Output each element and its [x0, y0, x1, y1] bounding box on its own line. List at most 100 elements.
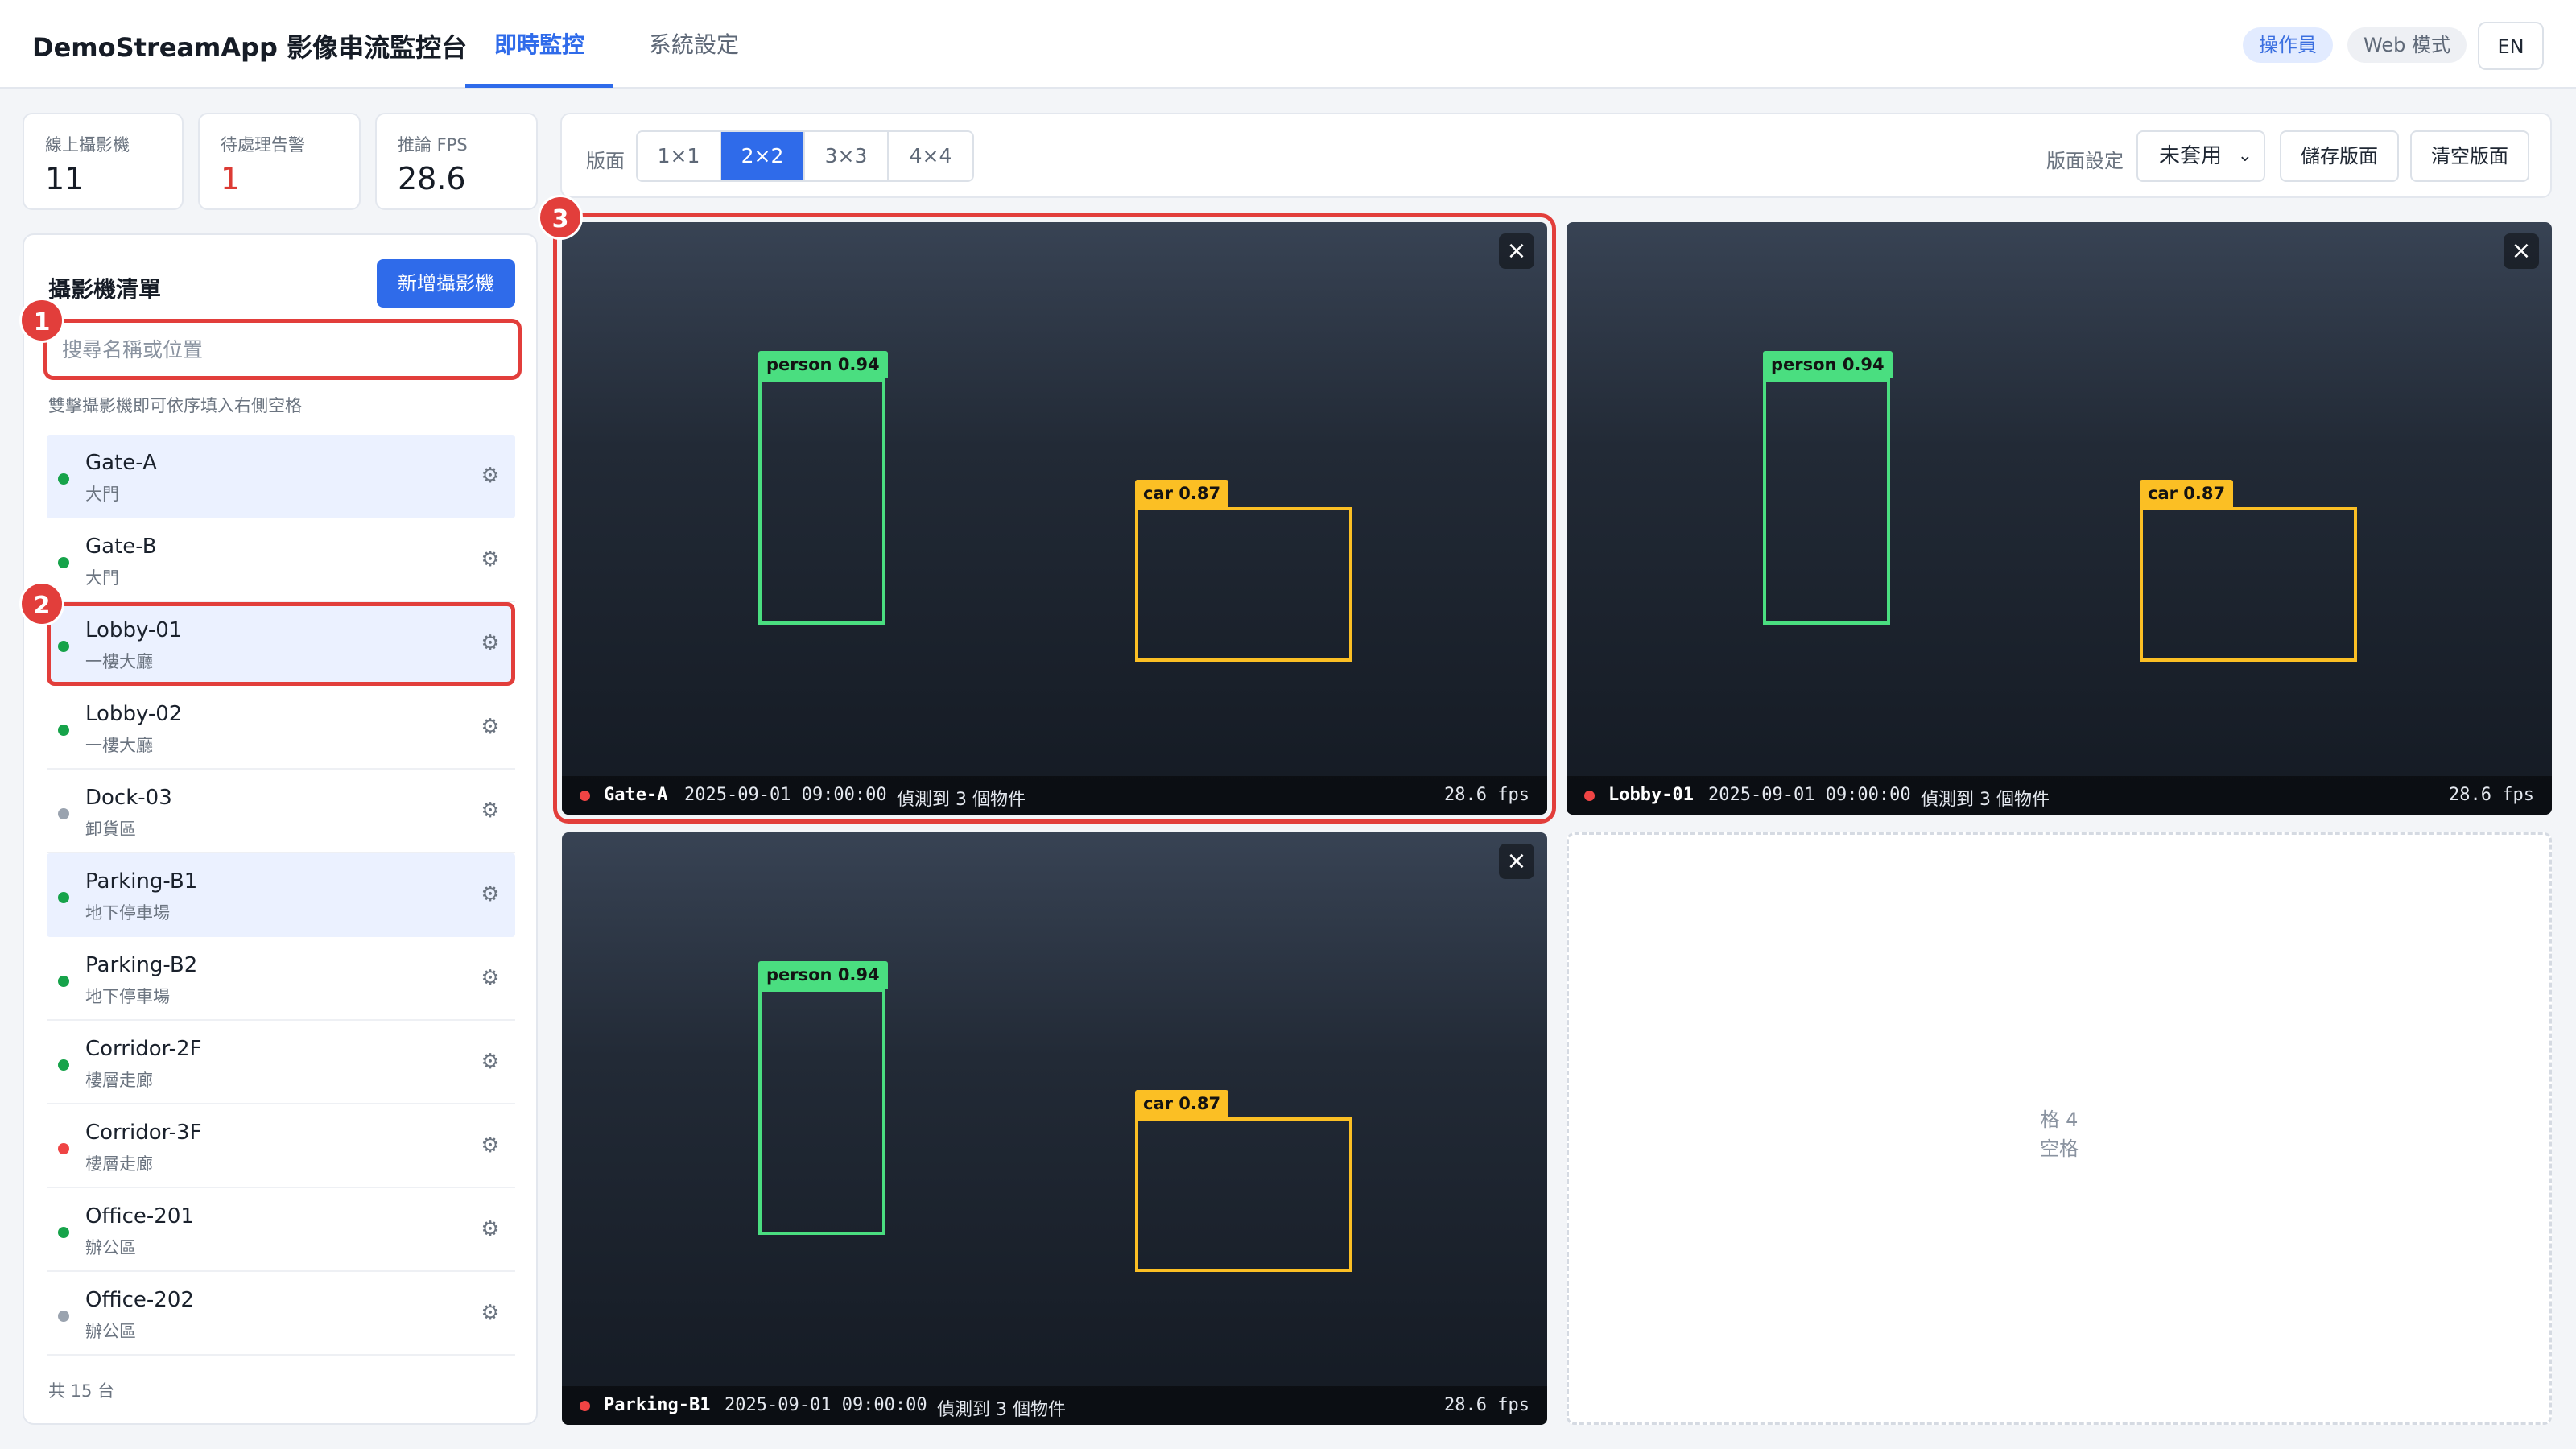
gear-icon[interactable]: ⚙	[478, 547, 502, 572]
gear-icon[interactable]: ⚙	[478, 1301, 502, 1325]
stat-online-cameras: 線上攝影機 11	[23, 113, 184, 210]
gear-icon[interactable]: ⚙	[478, 464, 502, 488]
close-icon[interactable]: ×	[1499, 844, 1534, 879]
chevron-down-icon: ⌄	[2237, 146, 2252, 166]
camera-location: 地下停車場	[85, 987, 170, 1006]
layout-1x1-button[interactable]: 1×1	[638, 132, 721, 180]
detection-label-person: person 0.94	[758, 961, 888, 989]
clear-layout-button[interactable]: 清空版面	[2410, 130, 2529, 182]
detection-box-car	[1135, 507, 1352, 662]
detection-box-car	[1135, 1117, 1352, 1272]
camera-item-corridor-3f[interactable]: Corridor-3F 樓層走廊 ⚙	[47, 1104, 515, 1188]
gear-icon[interactable]: ⚙	[478, 1050, 502, 1074]
close-icon[interactable]: ×	[2504, 233, 2539, 269]
stat-inference-fps: 推論 FPS 28.6	[375, 113, 538, 210]
camera-item-lobby-01[interactable]: Lobby-01 一樓大廳 ⚙	[47, 602, 515, 686]
search-field-frame	[43, 319, 522, 380]
camera-item-gate-b[interactable]: Gate-B 大門 ⚙	[47, 518, 515, 602]
gear-icon[interactable]: ⚙	[478, 882, 502, 906]
empty-grid-slot[interactable]: 格 4 空格	[1567, 832, 2552, 1425]
camera-name: Office-201	[85, 1204, 194, 1228]
camera-location: 一樓大廳	[85, 736, 153, 755]
status-dot	[58, 808, 69, 819]
gear-icon[interactable]: ⚙	[478, 966, 502, 990]
app-title: DemoStreamApp 影像串流監控台	[32, 32, 468, 63]
layout-3x3-button[interactable]: 3×3	[805, 132, 889, 180]
active-tab-indicator	[465, 84, 613, 88]
detection-label-person: person 0.94	[758, 351, 888, 378]
detection-label-car: car 0.87	[1135, 480, 1229, 507]
status-dot	[58, 1227, 69, 1238]
stat-label: 推論 FPS	[398, 135, 468, 155]
add-camera-button[interactable]: 新增攝影機	[377, 259, 515, 308]
camera-name: Parking-B2	[85, 953, 198, 977]
stat-value: 1	[221, 161, 241, 196]
status-dot	[58, 557, 69, 568]
camera-search-input[interactable]	[62, 334, 505, 365]
live-dot	[580, 791, 590, 801]
camera-count: 共 15 台	[48, 1381, 115, 1401]
save-layout-button[interactable]: 儲存版面	[2280, 130, 2399, 182]
camera-name: Gate-B	[85, 535, 157, 559]
tile-camera-name: Gate-A	[604, 785, 668, 805]
tile-fps: 28.6 fps	[1444, 785, 1530, 805]
camera-item-office-202[interactable]: Office-202 辦公區 ⚙	[47, 1272, 515, 1356]
detection-label-car: car 0.87	[2140, 480, 2234, 507]
status-dot	[58, 473, 69, 485]
video-tile-gate-a[interactable]: person 0.94 car 0.87 × Gate-A 2025-09-01…	[553, 213, 1556, 824]
camera-list: Gate-A 大門 ⚙ Gate-B 大門 ⚙ Lobby-01 一樓大廳 ⚙ …	[47, 435, 515, 1356]
camera-item-parking-b2[interactable]: Parking-B2 地下停車場 ⚙	[47, 937, 515, 1021]
layout-2x2-button[interactable]: 2×2	[721, 132, 805, 180]
layout-4x4-button[interactable]: 4×4	[889, 132, 972, 180]
close-icon[interactable]: ×	[1499, 233, 1534, 269]
status-dot	[58, 641, 69, 652]
layout-preset-select[interactable]: 未套用 ⌄	[2136, 130, 2265, 182]
gear-icon[interactable]: ⚙	[478, 799, 502, 823]
tab-live-monitor[interactable]: 即時監控	[494, 27, 584, 60]
tile-info-bar: Gate-A 2025-09-01 09:00:00 偵測到 3 個物件 28.…	[562, 776, 1547, 815]
camera-location: 辦公區	[85, 1322, 136, 1341]
preset-label: 版面設定	[2046, 150, 2124, 172]
tile-detection-count: 偵測到 3 個物件	[937, 1400, 1066, 1420]
camera-item-dock-03[interactable]: Dock-03 卸貨區 ⚙	[47, 770, 515, 853]
stat-pending-alerts: 待處理告警 1	[198, 113, 361, 210]
camera-item-lobby-02[interactable]: Lobby-02 一樓大廳 ⚙	[47, 686, 515, 770]
video-tile-lobby-01[interactable]: person 0.94 car 0.87 × Lobby-01 2025-09-…	[1567, 222, 2552, 815]
camera-item-office-201[interactable]: Office-201 辦公區 ⚙	[47, 1188, 515, 1272]
double-click-hint: 雙擊攝影機即可依序填入右側空格	[48, 396, 302, 415]
tile-camera-name: Parking-B1	[604, 1395, 711, 1415]
camera-location: 大門	[85, 485, 119, 504]
camera-location: 樓層走廊	[85, 1154, 153, 1174]
camera-name: Lobby-01	[85, 618, 183, 642]
language-toggle-button[interactable]: EN	[2478, 22, 2544, 70]
camera-name: Parking-B1	[85, 869, 198, 894]
live-dot	[580, 1401, 590, 1411]
tile-detection-count: 偵測到 3 個物件	[897, 790, 1026, 810]
annotation-marker-1: 1	[19, 298, 64, 343]
tile-timestamp: 2025-09-01 09:00:00	[684, 785, 887, 805]
camera-name: Gate-A	[85, 451, 157, 475]
gear-icon[interactable]: ⚙	[478, 1133, 502, 1158]
gear-icon[interactable]: ⚙	[478, 631, 502, 655]
detection-box-person	[1763, 378, 1890, 625]
camera-name: Dock-03	[85, 786, 172, 810]
role-badge: 操作員	[2243, 27, 2333, 63]
detection-box-person	[758, 378, 886, 625]
tab-system-settings[interactable]: 系統設定	[649, 27, 739, 60]
camera-location: 樓層走廊	[85, 1071, 153, 1090]
empty-slot-text: 空格	[2040, 1137, 2079, 1160]
camera-location: 地下停車場	[85, 903, 170, 923]
video-tile-parking-b1[interactable]: person 0.94 car 0.87 × Parking-B1 2025-0…	[562, 832, 1547, 1425]
camera-item-parking-b1[interactable]: Parking-B1 地下停車場 ⚙	[47, 853, 515, 937]
gear-icon[interactable]: ⚙	[478, 715, 502, 739]
layout-label: 版面	[586, 150, 625, 172]
camera-item-corridor-2f[interactable]: Corridor-2F 樓層走廊 ⚙	[47, 1021, 515, 1104]
status-dot	[58, 1059, 69, 1071]
layout-selector: 1×1 2×2 3×3 4×4	[636, 130, 974, 182]
gear-icon[interactable]: ⚙	[478, 1217, 502, 1241]
status-dot	[58, 892, 69, 903]
detection-label-car: car 0.87	[1135, 1090, 1229, 1117]
annotation-marker-2: 2	[19, 581, 64, 626]
tile-fps: 28.6 fps	[1444, 1395, 1530, 1415]
camera-item-gate-a[interactable]: Gate-A 大門 ⚙	[47, 435, 515, 518]
